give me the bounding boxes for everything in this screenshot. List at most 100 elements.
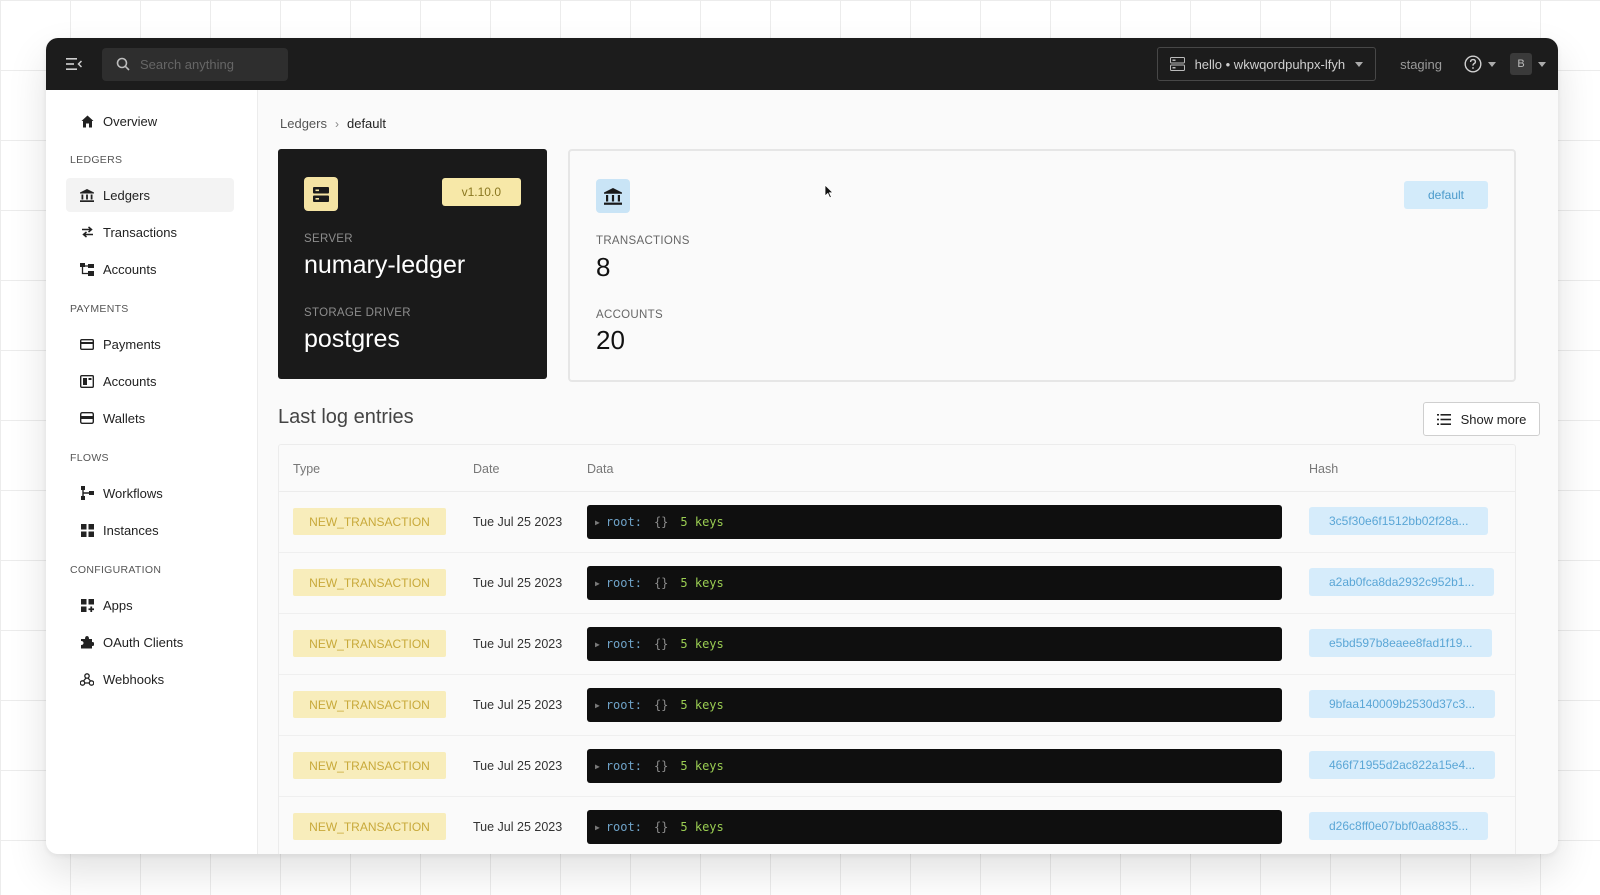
log-date: Tue Jul 25 2023: [473, 820, 563, 834]
table-row: NEW_TRANSACTION Tue Jul 25 2023 ▶ root: …: [279, 797, 1515, 854]
column-header-hash: Hash: [1309, 462, 1339, 476]
column-header-date: Date: [473, 462, 500, 476]
json-root-label: root:: [605, 637, 642, 651]
column-header-type: Type: [293, 462, 321, 476]
workflow-icon: [80, 486, 94, 500]
organization-name: hello • wkwqordpuhpx-lfyh: [1194, 56, 1346, 72]
puzzle-icon: [80, 635, 94, 649]
sidebar-item-label: Instances: [103, 522, 159, 538]
json-viewer[interactable]: ▶ root: {} 5 keys: [587, 688, 1282, 722]
sidebar-item-label: Accounts: [103, 261, 157, 277]
avatar: B: [1510, 53, 1532, 75]
json-root-label: root:: [605, 820, 642, 834]
json-brace: {}: [653, 759, 669, 773]
breadcrumb-current: default: [346, 116, 387, 131]
server-info-card: v1.10.0 SERVER numary-ledger STORAGE DRI…: [278, 149, 547, 379]
json-viewer[interactable]: ▶ root: {} 5 keys: [587, 810, 1282, 844]
show-more-button[interactable]: Show more: [1423, 402, 1540, 436]
table-row: NEW_TRANSACTION Tue Jul 25 2023 ▶ root: …: [279, 614, 1515, 675]
chevron-down-icon: [1538, 61, 1546, 67]
credit-card-icon: [80, 337, 94, 351]
json-brace: {}: [653, 637, 669, 651]
version-badge: v1.10.0: [441, 178, 521, 206]
search-icon: [116, 57, 130, 71]
transactions-count: 8: [596, 252, 611, 282]
sidebar-item-payments[interactable]: Payments: [66, 327, 234, 361]
show-more-label: Show more: [1460, 411, 1527, 427]
sidebar-item-accounts[interactable]: Accounts: [66, 252, 234, 286]
json-key-count: 5 keys: [680, 698, 724, 712]
sidebar-item-overview[interactable]: Overview: [66, 104, 234, 138]
table-row: NEW_TRANSACTION Tue Jul 25 2023 ▶ root: …: [279, 492, 1515, 553]
environment-label: staging: [1400, 56, 1442, 72]
sidebar-item-label: Payments: [103, 336, 161, 352]
log-hash[interactable]: 3c5f30e6f1512bb02f28a...: [1309, 507, 1489, 535]
sidebar-item-apps[interactable]: Apps: [66, 588, 234, 622]
breadcrumb-separator: ›: [334, 116, 339, 131]
json-key-count: 5 keys: [680, 515, 724, 529]
sidebar-item-oauth-clients[interactable]: OAuth Clients: [66, 625, 234, 659]
sidebar-item-label: Wallets: [103, 410, 146, 426]
log-hash[interactable]: 9bfaa140009b2530d37c3...: [1309, 690, 1496, 718]
grid-icon: [80, 523, 94, 537]
help-icon: [1464, 55, 1482, 73]
sidebar-item-transactions[interactable]: Transactions: [66, 215, 234, 249]
log-hash[interactable]: e5bd597b8eaee8fad1f19...: [1309, 629, 1493, 657]
json-viewer[interactable]: ▶ root: {} 5 keys: [587, 566, 1282, 600]
json-viewer[interactable]: ▶ root: {} 5 keys: [587, 505, 1282, 539]
help-menu-button[interactable]: [1464, 55, 1496, 73]
sidebar-item-instances[interactable]: Instances: [66, 513, 234, 547]
sidebar-item-ledgers[interactable]: Ledgers: [66, 178, 234, 212]
log-hash[interactable]: d26c8ff0e07bbf0aa8835...: [1309, 812, 1489, 840]
breadcrumb-ledgers-link[interactable]: Ledgers: [280, 116, 327, 131]
sidebar-item-label: Overview: [103, 113, 158, 129]
webhook-icon: [80, 672, 94, 686]
expand-arrow-icon: ▶: [595, 700, 600, 710]
sidebar-section-ledgers: LEDGERS: [70, 154, 123, 166]
storage-driver-name: postgres: [304, 325, 400, 353]
apps-icon: [80, 598, 94, 612]
search-box[interactable]: [102, 47, 288, 81]
log-type-badge: NEW_TRANSACTION: [293, 691, 446, 718]
json-root-label: root:: [605, 698, 642, 712]
sidebar-item-webhooks[interactable]: Webhooks: [66, 662, 234, 696]
json-key-count: 5 keys: [680, 820, 724, 834]
sidebar-item-workflows[interactable]: Workflows: [66, 476, 234, 510]
log-type-badge: NEW_TRANSACTION: [293, 508, 446, 535]
expand-arrow-icon: ▶: [595, 639, 600, 649]
json-key-count: 5 keys: [680, 576, 724, 590]
mouse-cursor-icon: [824, 184, 834, 199]
main-content: Ledgers › default v1.10.0 SERVER numary-…: [258, 90, 1558, 854]
sidebar-item-payment-accounts[interactable]: Accounts: [66, 364, 234, 398]
server-name: numary-ledger: [304, 251, 466, 279]
log-hash[interactable]: a2ab0fca8da2932c952b1...: [1309, 568, 1495, 596]
sidebar-item-label: Accounts: [103, 373, 157, 389]
search-input[interactable]: [140, 56, 270, 72]
json-viewer[interactable]: ▶ root: {} 5 keys: [587, 749, 1282, 783]
server-stack-icon: [1169, 57, 1185, 71]
chevron-down-icon: [1488, 61, 1496, 67]
collapse-menu-button[interactable]: [46, 38, 102, 90]
storage-driver-label: STORAGE DRIVER: [304, 307, 411, 319]
accounts-count: 20: [596, 325, 625, 355]
log-hash[interactable]: 466f71955d2ac822a15e4...: [1309, 751, 1496, 779]
json-brace: {}: [653, 698, 669, 712]
log-date: Tue Jul 25 2023: [473, 637, 563, 651]
table-row: NEW_TRANSACTION Tue Jul 25 2023 ▶ root: …: [279, 736, 1515, 797]
json-root-label: root:: [605, 515, 642, 529]
json-key-count: 5 keys: [680, 759, 724, 773]
organization-selector[interactable]: hello • wkwqordpuhpx-lfyh: [1156, 47, 1377, 81]
json-viewer[interactable]: ▶ root: {} 5 keys: [587, 627, 1282, 661]
log-type-badge: NEW_TRANSACTION: [293, 569, 446, 596]
sidebar-item-wallets[interactable]: Wallets: [66, 401, 234, 435]
server-label: SERVER: [304, 233, 353, 245]
user-menu-button[interactable]: B: [1510, 53, 1546, 75]
arrows-exchange-icon: [80, 225, 94, 239]
chevron-down-icon: [1355, 61, 1364, 67]
log-date: Tue Jul 25 2023: [473, 759, 563, 773]
table-row: NEW_TRANSACTION Tue Jul 25 2023 ▶ root: …: [279, 553, 1515, 614]
table-row: NEW_TRANSACTION Tue Jul 25 2023 ▶ root: …: [279, 675, 1515, 736]
sidebar-item-label: OAuth Clients: [103, 634, 184, 650]
json-root-label: root:: [605, 759, 642, 773]
home-icon: [80, 114, 94, 128]
